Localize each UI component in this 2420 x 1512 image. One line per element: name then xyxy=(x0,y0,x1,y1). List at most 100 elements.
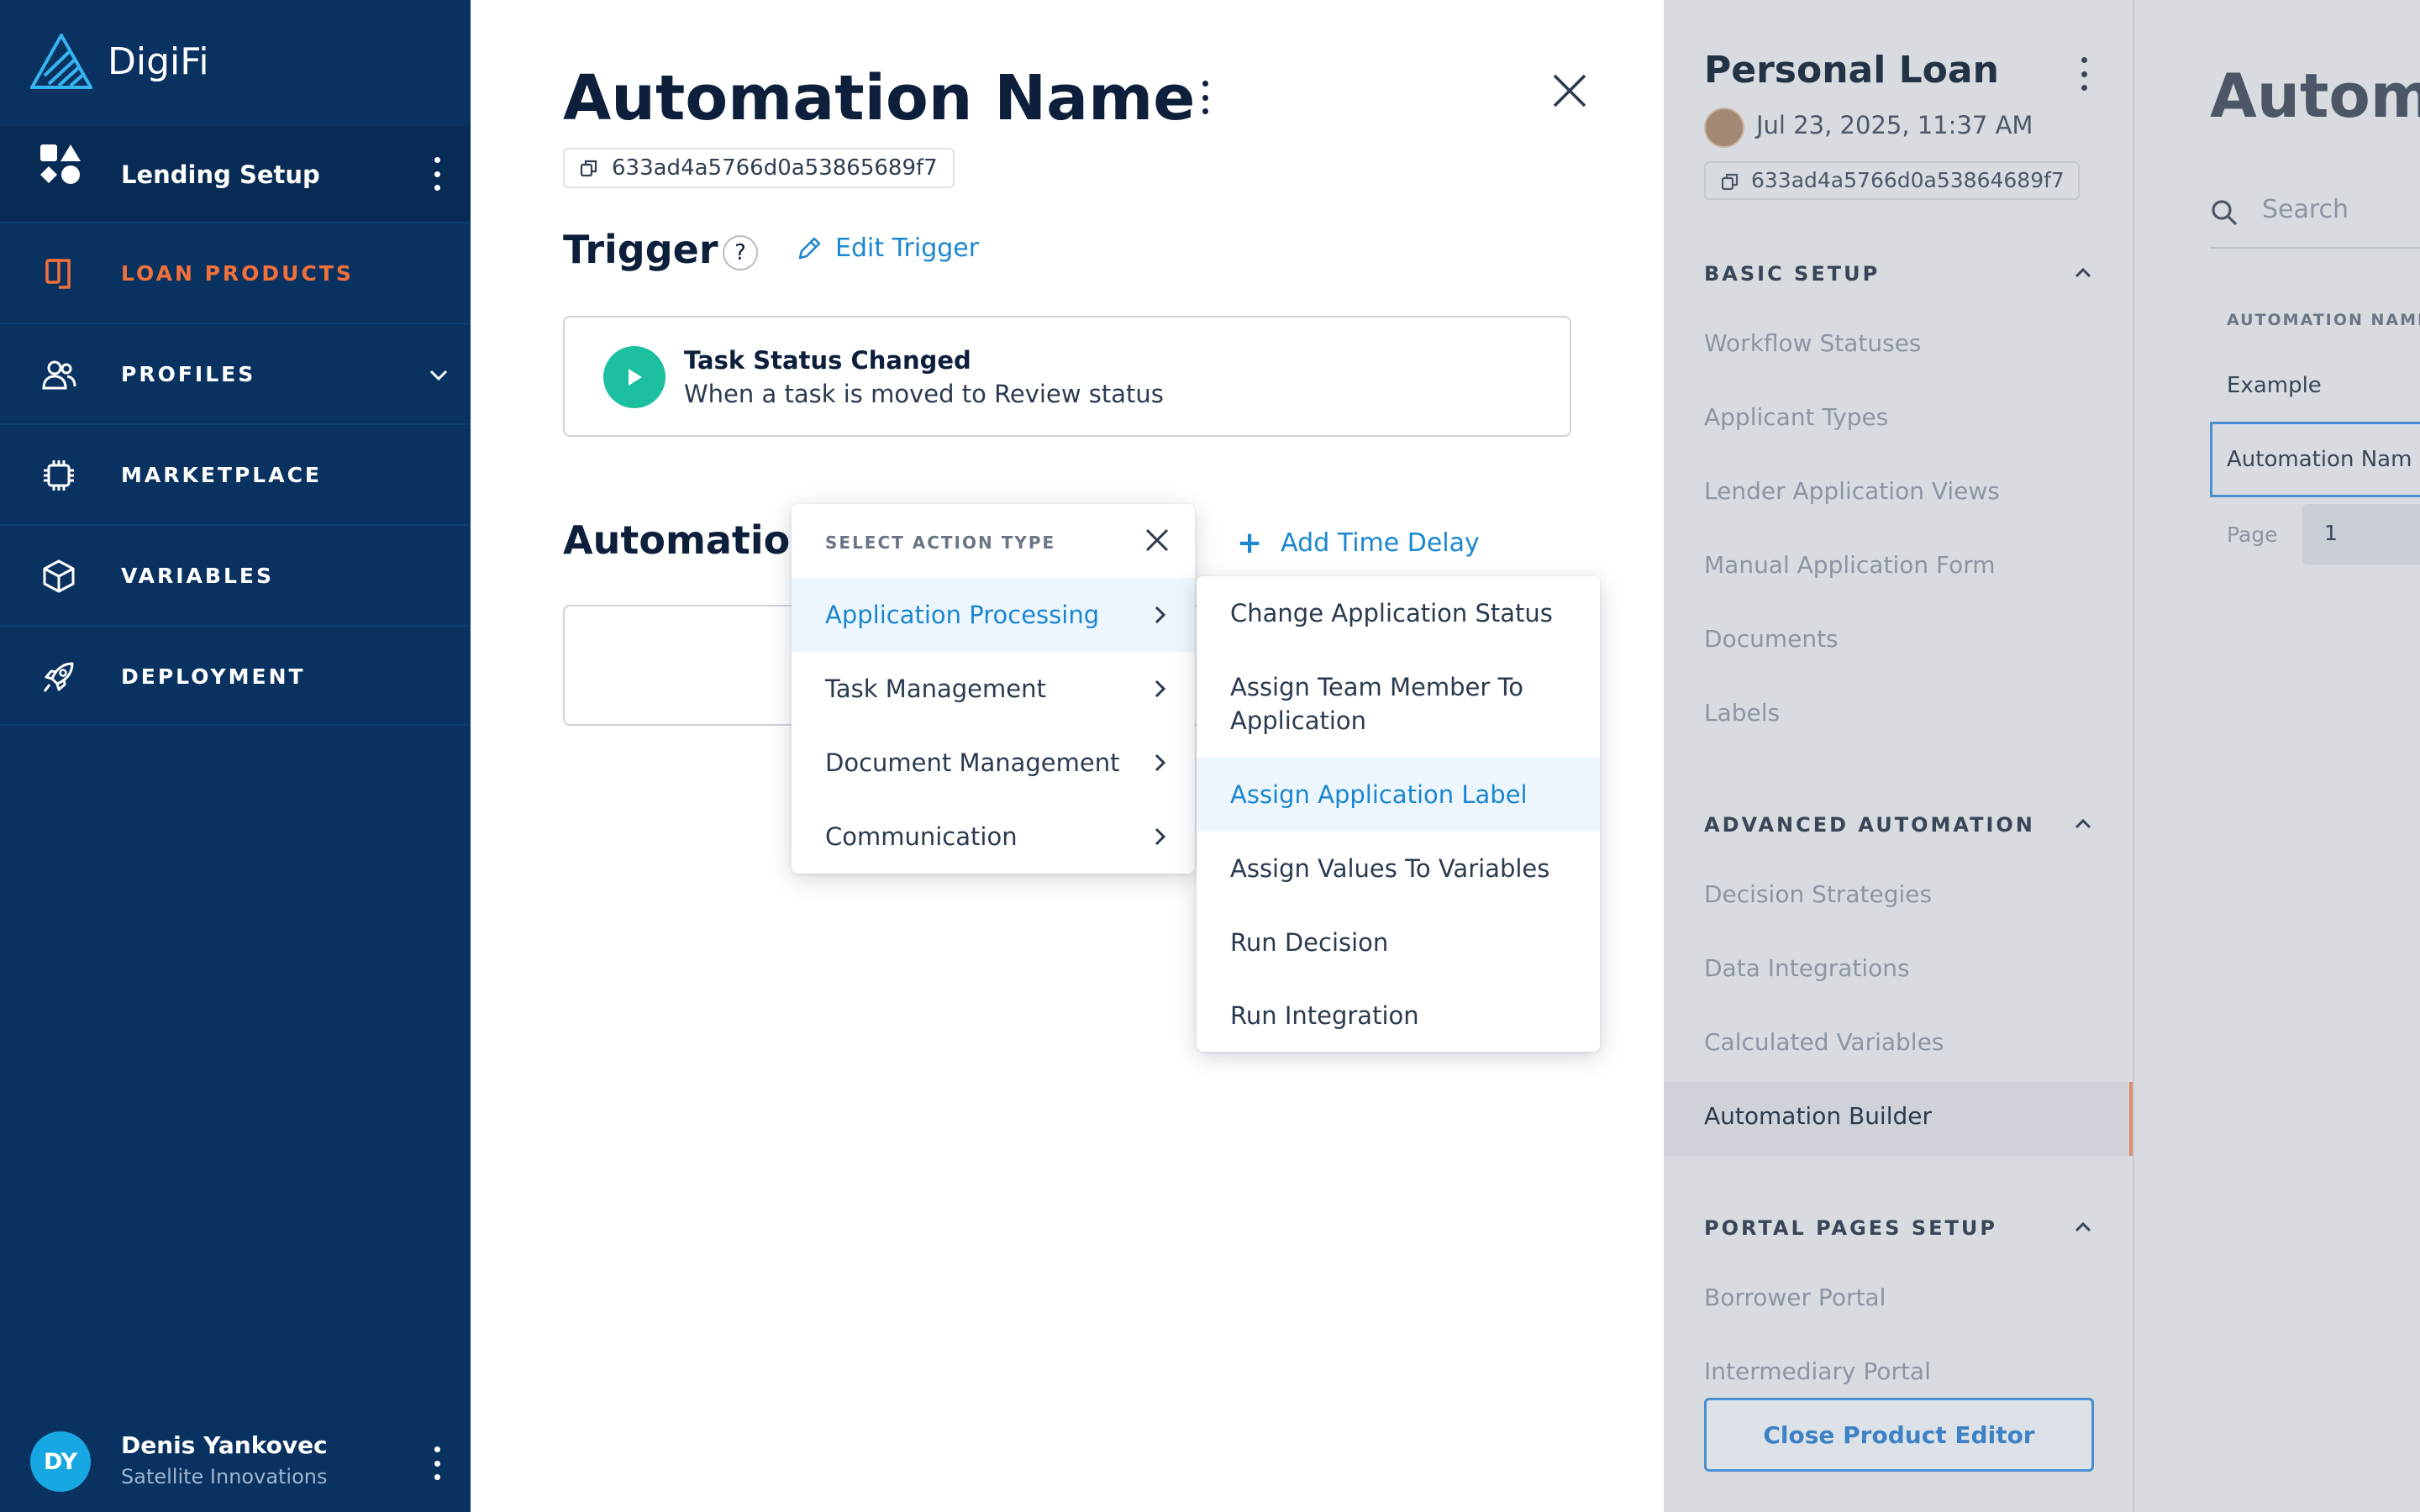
automation-id: 633ad4a5766d0a53865689f7 xyxy=(612,155,938,181)
page-title: Automation Name xyxy=(563,62,1196,134)
edit-trigger-link[interactable]: Edit Trigger xyxy=(795,234,979,263)
submenu-item-run-integration[interactable]: Run Integration xyxy=(1197,979,1600,1052)
close-icon[interactable] xyxy=(1549,71,1590,111)
link-automation-builder[interactable]: Automation Builder xyxy=(1704,1102,1932,1130)
trigger-card[interactable]: Task Status Changed When a task is moved… xyxy=(563,316,1571,437)
chevron-up-icon[interactable] xyxy=(2072,813,2094,835)
link-calculated-variables[interactable]: Calculated Variables xyxy=(1704,1028,1944,1056)
sidebar-item-marketplace[interactable]: MARKETPLACE xyxy=(0,423,471,524)
chevron-right-icon xyxy=(1155,680,1166,698)
loan-products-icon xyxy=(45,259,71,289)
link-borrower-portal[interactable]: Borrower Portal xyxy=(1704,1284,1886,1311)
workspace-menu-icon[interactable] xyxy=(429,157,445,191)
add-time-delay-label: Add Time Delay xyxy=(1281,528,1480,558)
link-intermediary-portal[interactable]: Intermediary Portal xyxy=(1704,1357,1931,1385)
section-advanced-automation[interactable]: ADVANCED AUTOMATION xyxy=(1704,813,2035,837)
sidebar-item-label: MARKETPLACE xyxy=(121,462,323,487)
link-lender-application-views[interactable]: Lender Application Views xyxy=(1704,477,2000,505)
user-profile[interactable]: DY Denis Yankovec Satellite Innovations xyxy=(0,1420,471,1512)
link-documents[interactable]: Documents xyxy=(1704,625,1839,653)
chevron-right-icon xyxy=(1155,827,1166,846)
link-decision-strategies[interactable]: Decision Strategies xyxy=(1704,880,1932,908)
select-action-type-menu: SELECT ACTION TYPE Application Processin… xyxy=(792,504,1195,874)
user-organization: Satellite Innovations xyxy=(121,1465,328,1488)
link-data-integrations[interactable]: Data Integrations xyxy=(1704,954,1910,982)
close-product-editor-button[interactable]: Close Product Editor xyxy=(1704,1398,2094,1472)
sidebar-item-deployment[interactable]: DEPLOYMENT xyxy=(0,625,471,726)
close-icon[interactable] xyxy=(1143,526,1171,554)
search-input[interactable]: Search xyxy=(2210,195,2349,226)
chevron-right-icon xyxy=(1155,606,1166,624)
pagination-label: Page xyxy=(2227,522,2278,547)
nav-divider xyxy=(0,724,471,726)
menu-item-communication[interactable]: Communication xyxy=(792,800,1195,874)
menu-item-label: Application Processing xyxy=(825,601,1100,629)
page-title: Autom xyxy=(2210,60,2420,131)
search-icon xyxy=(2212,200,2238,226)
trigger-description: When a task is moved to Review status xyxy=(684,380,1164,408)
menu-item-application-processing[interactable]: Application Processing xyxy=(792,578,1195,652)
automation-list-page: Autom Search AUTOMATION NAMI Example Aut… xyxy=(2134,0,2420,1512)
add-time-delay-button[interactable]: + Add Time Delay xyxy=(1237,526,1480,560)
link-workflow-statuses[interactable]: Workflow Statuses xyxy=(1704,329,1922,357)
section-basic-setup[interactable]: BASIC SETUP xyxy=(1704,262,1880,286)
automation-menu-icon[interactable] xyxy=(1197,81,1213,114)
table-row[interactable]: Example xyxy=(2227,373,2322,398)
link-applicant-types[interactable]: Applicant Types xyxy=(1704,403,1888,431)
cube-icon xyxy=(43,559,75,593)
edit-trigger-label: Edit Trigger xyxy=(835,234,980,263)
pencil-icon xyxy=(798,237,821,259)
section-portal-pages-setup[interactable]: PORTAL PAGES SETUP xyxy=(1704,1216,1997,1240)
search-placeholder: Search xyxy=(2262,195,2349,224)
table-row[interactable]: Automation Nam xyxy=(2227,447,2412,472)
submenu-item-run-decision[interactable]: Run Decision xyxy=(1197,906,1600,979)
chevron-down-icon[interactable] xyxy=(427,363,450,386)
copy-icon xyxy=(1721,173,1739,191)
menu-item-label: Document Management xyxy=(825,748,1120,777)
user-menu-icon[interactable] xyxy=(429,1446,445,1480)
product-menu-icon[interactable] xyxy=(2075,57,2092,91)
submenu-item-change-application-status[interactable]: Change Application Status xyxy=(1197,576,1600,650)
sidebar-item-label: PROFILES xyxy=(121,361,256,386)
chevron-up-icon[interactable] xyxy=(2072,262,2094,284)
profiles-icon xyxy=(42,360,76,390)
chevron-right-icon xyxy=(1155,753,1166,772)
link-labels[interactable]: Labels xyxy=(1704,699,1780,727)
brand-logo[interactable]: DigiFi xyxy=(30,32,209,91)
product-id-chip[interactable]: 633ad4a5766d0a53864689f7 xyxy=(1704,161,2080,200)
automation-id-chip[interactable]: 633ad4a5766d0a53865689f7 xyxy=(563,148,955,188)
submenu-item-assign-team-member[interactable]: Assign Team Member To Application xyxy=(1197,650,1600,758)
workspace-switcher[interactable]: Lending Setup xyxy=(0,126,471,223)
application-processing-submenu: Change Application Status Assign Team Me… xyxy=(1197,576,1600,1052)
submenu-item-label: Change Application Status xyxy=(1230,599,1553,627)
apps-icon xyxy=(40,144,81,184)
chip-icon xyxy=(44,460,74,491)
digifi-logo-icon xyxy=(30,34,92,89)
chevron-up-icon[interactable] xyxy=(2072,1216,2094,1238)
avatar xyxy=(1704,108,1744,148)
sidebar-item-variables[interactable]: VARIABLES xyxy=(0,524,471,625)
sidebar-item-loan-products[interactable]: LOAN PRODUCTS xyxy=(0,222,471,323)
submenu-item-assign-values-to-variables[interactable]: Assign Values To Variables xyxy=(1197,832,1600,906)
product-editor-panel: Personal Loan Jul 23, 2025, 11:37 AM 633… xyxy=(1664,0,2133,1512)
plus-icon: + xyxy=(1237,526,1263,560)
submenu-item-assign-application-label[interactable]: Assign Application Label xyxy=(1197,758,1600,832)
sidebar-item-profiles[interactable]: PROFILES xyxy=(0,323,471,423)
table-column-header: AUTOMATION NAMI xyxy=(2227,311,2420,329)
submenu-item-label: Assign Team Member To Application xyxy=(1230,673,1524,735)
menu-item-document-management[interactable]: Document Management xyxy=(792,726,1195,800)
avatar: DY xyxy=(30,1431,91,1492)
submenu-item-label: Assign Application Label xyxy=(1230,780,1528,809)
rocket-icon xyxy=(43,662,74,692)
background-overlay-area: Personal Loan Jul 23, 2025, 11:37 AM 633… xyxy=(1664,0,2420,1512)
link-manual-application-form[interactable]: Manual Application Form xyxy=(1704,551,1996,579)
play-icon xyxy=(603,346,666,408)
sidebar-item-label: DEPLOYMENT xyxy=(121,664,306,689)
pagination-input[interactable]: 1 xyxy=(2302,504,2420,564)
submenu-item-label: Run Decision xyxy=(1230,928,1389,957)
user-name: Denis Yankovec xyxy=(121,1431,328,1459)
help-icon[interactable]: ? xyxy=(723,235,758,270)
trigger-name: Task Status Changed xyxy=(684,346,971,375)
menu-item-task-management[interactable]: Task Management xyxy=(792,652,1195,726)
trigger-heading: Trigger xyxy=(563,227,718,272)
